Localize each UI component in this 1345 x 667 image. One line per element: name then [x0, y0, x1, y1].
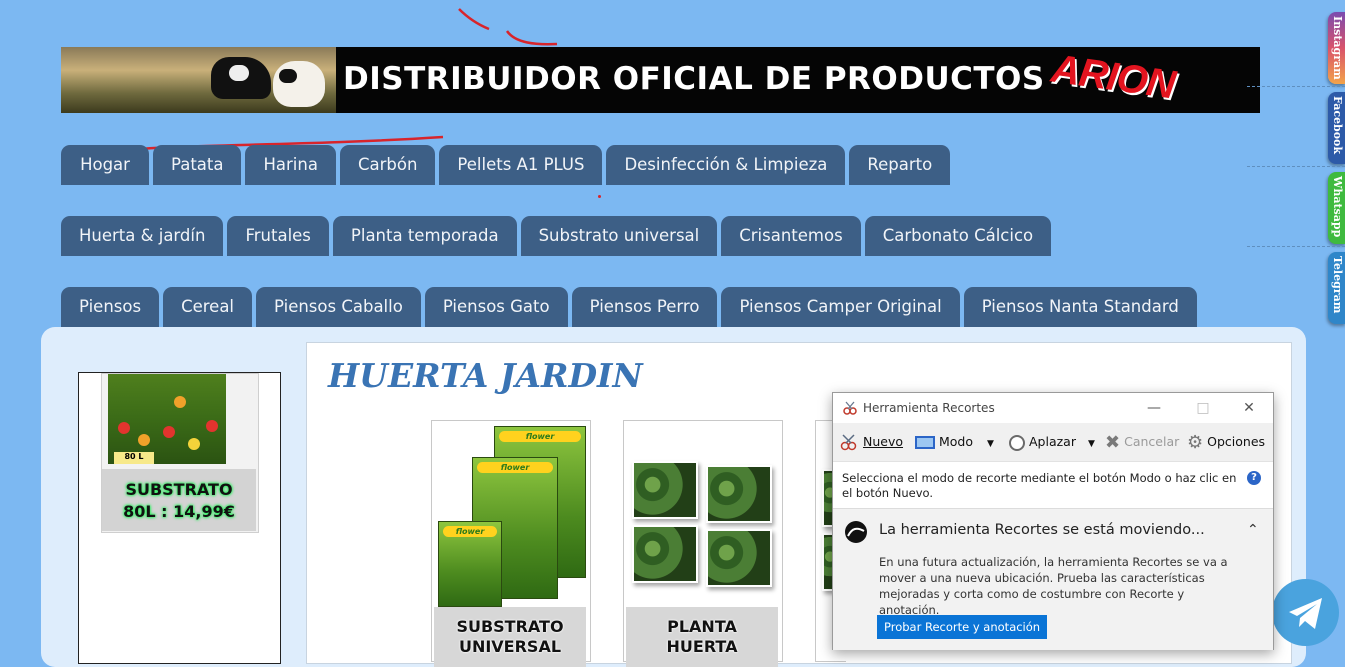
- nav-tab-carbonato-calcico[interactable]: Carbonato Cálcico: [864, 216, 1052, 256]
- rectangle-snip-icon: [915, 436, 935, 449]
- facebook-label: Facebook: [1331, 96, 1344, 155]
- divider: [1247, 86, 1345, 87]
- close-button[interactable]: ✕: [1239, 398, 1259, 418]
- nav-row-2: Huerta & jardín Frutales Planta temporad…: [61, 216, 1052, 256]
- scissors-icon: [840, 433, 857, 450]
- divider: [1247, 246, 1345, 247]
- product-caption: SUBSTRATO UNIVERSAL: [434, 607, 586, 667]
- red-annotation-stroke: [458, 8, 558, 46]
- promo-line-product: SUBSTRATO: [125, 480, 233, 499]
- nav-tab-piensos-perro[interactable]: Piensos Perro: [571, 287, 718, 327]
- cow-image: [273, 61, 325, 107]
- nav-row-3: Piensos Cereal Piensos Caballo Piensos G…: [61, 287, 1197, 327]
- red-annotation-dot: [598, 195, 601, 198]
- help-icon[interactable]: ?: [1247, 471, 1261, 485]
- snip-sketch-icon: [845, 521, 867, 543]
- promo-line-price: 80L : 14,99€: [123, 502, 235, 521]
- snipping-tool-window: Herramienta Recortes — □ ✕ Nuevo Modo ▼ …: [832, 392, 1274, 650]
- plant-photo: [632, 525, 698, 583]
- nav-tab-reparto[interactable]: Reparto: [849, 145, 951, 185]
- maximize-button[interactable]: □: [1193, 398, 1213, 418]
- substrato-bag: flower: [438, 521, 502, 607]
- new-button[interactable]: Nuevo: [839, 432, 903, 452]
- nav-tab-patata[interactable]: Patata: [153, 145, 242, 185]
- nav-tab-pellets[interactable]: Pellets A1 PLUS: [439, 145, 603, 185]
- notice-body: En una futura actualización, la herramie…: [879, 555, 1228, 617]
- banner-title: DISTRIBUIDOR OFICIAL DE PRODUCTOS: [343, 61, 1045, 97]
- collapse-icon[interactable]: ⌃: [1247, 522, 1259, 538]
- sidebar-promo-box: 80 L SUBSTRATO 80L : 14,99€: [78, 372, 281, 664]
- window-title: Herramienta Recortes: [863, 401, 995, 415]
- telegram-float-button[interactable]: [1272, 579, 1339, 646]
- nav-tab-piensos-camper[interactable]: Piensos Camper Original: [721, 287, 960, 327]
- options-button[interactable]: ⚙ Opciones: [1187, 432, 1265, 452]
- whatsapp-tab[interactable]: Whatsapp: [1328, 172, 1345, 244]
- info-area: Selecciona el modo de recorte mediante e…: [833, 461, 1273, 508]
- delay-button[interactable]: Aplazar ▼: [1009, 432, 1095, 452]
- nav-tab-frutales[interactable]: Frutales: [227, 216, 329, 256]
- instagram-tab[interactable]: Instagram: [1328, 12, 1345, 84]
- nav-tab-piensos[interactable]: Piensos: [61, 287, 160, 327]
- product-card-substrato[interactable]: flower flower flower SUBSTRATO UNIVERSAL: [431, 420, 591, 667]
- nav-tab-desinfeccion[interactable]: Desinfección & Limpieza: [606, 145, 846, 185]
- nav-tab-harina[interactable]: Harina: [245, 145, 336, 185]
- product-caption: PLANTA HUERTA: [626, 607, 778, 667]
- arion-logo: ARION: [1048, 47, 1178, 108]
- nav-tab-cereal[interactable]: Cereal: [163, 287, 253, 327]
- clock-icon: [1009, 434, 1025, 451]
- gear-icon: ⚙: [1187, 431, 1204, 453]
- substrato-promo[interactable]: 80 L SUBSTRATO 80L : 14,99€: [101, 373, 259, 533]
- mode-button[interactable]: Modo ▼: [915, 432, 994, 452]
- nav-tab-substrato-universal[interactable]: Substrato universal: [520, 216, 718, 256]
- paper-plane-icon: [1289, 598, 1322, 629]
- nav-tab-hogar[interactable]: Hogar: [61, 145, 149, 185]
- cancel-button[interactable]: ✖ Cancelar: [1105, 432, 1179, 452]
- notice-title: La herramienta Recortes se está moviendo…: [879, 522, 1205, 538]
- telegram-tab[interactable]: Telegram: [1328, 252, 1345, 324]
- facebook-tab[interactable]: Facebook: [1328, 92, 1345, 164]
- substrato-bag-image: 80 L: [108, 374, 226, 464]
- nav-tab-huerta-jardin[interactable]: Huerta & jardín: [61, 216, 224, 256]
- cows-photo: [61, 47, 336, 113]
- header-banner: DISTRIBUIDOR OFICIAL DE PRODUCTOS ARION: [61, 47, 1260, 113]
- nav-tab-piensos-caballo[interactable]: Piensos Caballo: [256, 287, 421, 327]
- whatsapp-label: Whatsapp: [1331, 176, 1344, 238]
- section-title: HUERTA JARDIN: [328, 356, 643, 395]
- promo-label: SUBSTRATO 80L : 14,99€: [102, 469, 256, 531]
- try-snip-sketch-button[interactable]: Probar Recorte y anotación: [877, 615, 1048, 639]
- plant-photo: [706, 529, 772, 587]
- window-titlebar[interactable]: Herramienta Recortes — □ ✕: [833, 393, 1273, 423]
- toolbar: Nuevo Modo ▼ Aplazar ▼ ✖ Cancelar ⚙ Opcion…: [833, 424, 1273, 460]
- chevron-down-icon: ▼: [1087, 439, 1095, 449]
- telegram-label: Telegram: [1331, 256, 1344, 314]
- x-icon: ✖: [1105, 431, 1121, 453]
- nav-row-1: Hogar Patata Harina Carbón Pellets A1 PL…: [61, 145, 951, 185]
- bag-size-label: 80 L: [114, 452, 154, 464]
- nav-tab-crisantemos[interactable]: Crisantemos: [721, 216, 861, 256]
- nav-tab-piensos-nanta[interactable]: Piensos Nanta Standard: [963, 287, 1197, 327]
- move-notice: La herramienta Recortes se está moviendo…: [833, 508, 1273, 650]
- nav-tab-planta-temporada[interactable]: Planta temporada: [332, 216, 517, 256]
- plant-photo: [706, 465, 772, 523]
- nav-tab-piensos-gato[interactable]: Piensos Gato: [424, 287, 568, 327]
- chevron-down-icon: ▼: [987, 439, 994, 449]
- product-card-planta-huerta[interactable]: PLANTA HUERTA: [623, 420, 783, 667]
- cow-image: [211, 57, 271, 99]
- minimize-button[interactable]: —: [1144, 398, 1164, 418]
- instagram-label: Instagram: [1331, 16, 1344, 80]
- info-text: Selecciona el modo de recorte mediante e…: [842, 471, 1237, 500]
- nav-tab-carbon[interactable]: Carbón: [339, 145, 436, 185]
- plant-photo: [632, 461, 698, 519]
- scissors-icon: [843, 401, 857, 415]
- divider: [1247, 166, 1345, 167]
